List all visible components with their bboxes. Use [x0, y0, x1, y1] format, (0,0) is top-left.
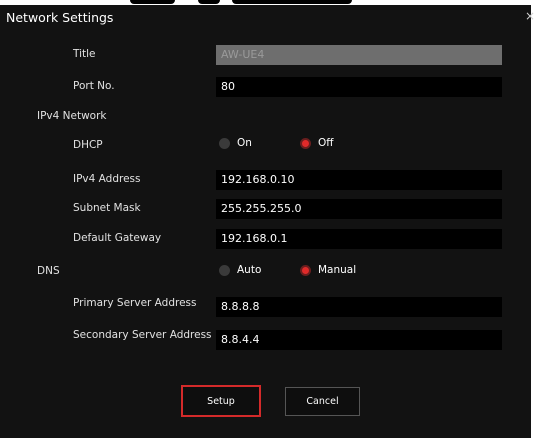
default-gateway-label: Default Gateway: [73, 232, 162, 244]
radio-checked-icon: [300, 137, 311, 149]
port-field[interactable]: 80: [216, 77, 502, 97]
dns-auto-radio[interactable]: Auto: [219, 264, 261, 276]
ipv4-address-field[interactable]: 192.168.0.10: [216, 170, 502, 190]
dhcp-off-label: Off: [318, 137, 334, 149]
dns-auto-label: Auto: [237, 264, 262, 276]
default-gateway-field[interactable]: 192.168.0.1: [216, 229, 502, 249]
dns-manual-label: Manual: [318, 264, 357, 276]
dhcp-on-radio[interactable]: On: [219, 137, 252, 149]
close-icon[interactable]: ×: [525, 9, 535, 23]
dhcp-on-label: On: [237, 137, 252, 149]
ipv4-section-label: IPv4 Network: [37, 110, 107, 122]
cancel-button[interactable]: Cancel: [285, 387, 360, 416]
dhcp-label: DHCP: [73, 139, 103, 151]
subnet-mask-field[interactable]: 255.255.255.0: [216, 199, 502, 219]
setup-button[interactable]: Setup: [181, 385, 261, 417]
radio-checked-icon: [300, 264, 311, 276]
ipv4-address-label: IPv4 Address: [73, 173, 141, 185]
primary-dns-label: Primary Server Address: [73, 297, 197, 309]
subnet-mask-label: Subnet Mask: [73, 202, 141, 214]
radio-unchecked-icon: [219, 137, 230, 149]
secondary-dns-label: Secondary Server Address: [73, 329, 212, 341]
title-field[interactable]: AW-UE4: [216, 45, 502, 65]
network-settings-dialog: Network Settings × Title AW-UE4 Port No.…: [0, 5, 535, 438]
dialog-title: Network Settings: [6, 10, 114, 25]
title-label: Title: [73, 48, 96, 60]
port-label: Port No.: [73, 80, 115, 92]
dns-manual-radio[interactable]: Manual: [300, 264, 356, 276]
secondary-dns-field[interactable]: 8.8.4.4: [216, 330, 502, 350]
primary-dns-field[interactable]: 8.8.8.8: [216, 297, 502, 317]
dhcp-off-radio[interactable]: Off: [300, 137, 334, 149]
dns-section-label: DNS: [37, 265, 60, 277]
radio-unchecked-icon: [219, 264, 230, 276]
